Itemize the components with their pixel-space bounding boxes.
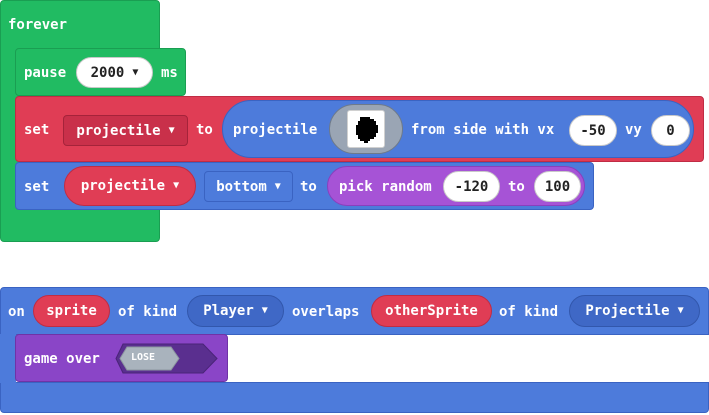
projectile-variable-dropdown[interactable]: projectile ▼ bbox=[63, 115, 188, 146]
to-label: to bbox=[300, 179, 317, 195]
random-max-input[interactable]: 100 bbox=[534, 171, 581, 202]
kind-player-dropdown[interactable]: Player ▼ bbox=[187, 295, 284, 327]
overlaps-label: overlaps bbox=[292, 304, 360, 320]
sprite-image-field[interactable] bbox=[329, 104, 403, 154]
vy-input[interactable]: 0 bbox=[651, 115, 690, 146]
caret-down-icon: ▼ bbox=[173, 180, 180, 191]
caret-down-icon: ▼ bbox=[168, 124, 175, 136]
random-min-input[interactable]: -120 bbox=[443, 171, 500, 202]
bottom-sprite-variable-value: projectile bbox=[80, 178, 166, 194]
forever-label: forever bbox=[8, 17, 68, 33]
vy-label: vy bbox=[625, 122, 642, 138]
property-value: bottom bbox=[216, 178, 267, 195]
of-kind-label: of kind bbox=[499, 304, 559, 320]
property-dropdown[interactable]: bottom ▼ bbox=[204, 171, 293, 202]
kind-player-value: Player bbox=[203, 303, 254, 319]
kind-projectile-value: Projectile bbox=[585, 303, 670, 319]
caret-down-icon: ▼ bbox=[677, 305, 684, 316]
on-label: on bbox=[8, 304, 25, 320]
game-over-label: game over bbox=[24, 351, 100, 367]
from-side-label: from side with vx bbox=[411, 122, 555, 138]
caret-down-icon: ▼ bbox=[132, 66, 139, 78]
sprite-param-pill[interactable]: sprite bbox=[33, 295, 110, 327]
projectile-variable-value: projectile bbox=[76, 122, 161, 139]
projectile-create-label: projectile bbox=[233, 122, 318, 138]
vx-input[interactable]: -50 bbox=[569, 115, 617, 146]
game-over-result-field[interactable]: LOSE bbox=[115, 343, 219, 374]
on-overlap-event-block-footer bbox=[0, 382, 709, 413]
pause-unit-label: ms bbox=[161, 65, 178, 81]
to-label: to bbox=[196, 122, 213, 138]
kind-projectile-dropdown[interactable]: Projectile ▼ bbox=[569, 295, 700, 327]
caret-down-icon: ▼ bbox=[274, 180, 281, 192]
set-label: set bbox=[24, 122, 50, 138]
pick-random-label: pick random bbox=[339, 179, 432, 195]
on-overlap-event-block-spine bbox=[0, 334, 16, 383]
caret-down-icon: ▼ bbox=[261, 305, 268, 316]
bottom-sprite-variable-dropdown[interactable]: projectile ▼ bbox=[64, 166, 196, 206]
set-label: set bbox=[24, 179, 50, 195]
pause-duration-value: 2000 bbox=[90, 64, 125, 81]
projectile-blob-icon bbox=[356, 117, 378, 143]
of-kind-label: of kind bbox=[118, 304, 178, 320]
pause-label: pause bbox=[24, 65, 67, 81]
game-over-result-value: LOSE bbox=[131, 352, 156, 363]
sprite-image-icon bbox=[347, 110, 385, 148]
other-sprite-param-pill[interactable]: otherSprite bbox=[371, 295, 492, 327]
pause-duration-dropdown[interactable]: 2000 ▼ bbox=[76, 57, 153, 88]
random-to-label: to bbox=[508, 179, 525, 195]
